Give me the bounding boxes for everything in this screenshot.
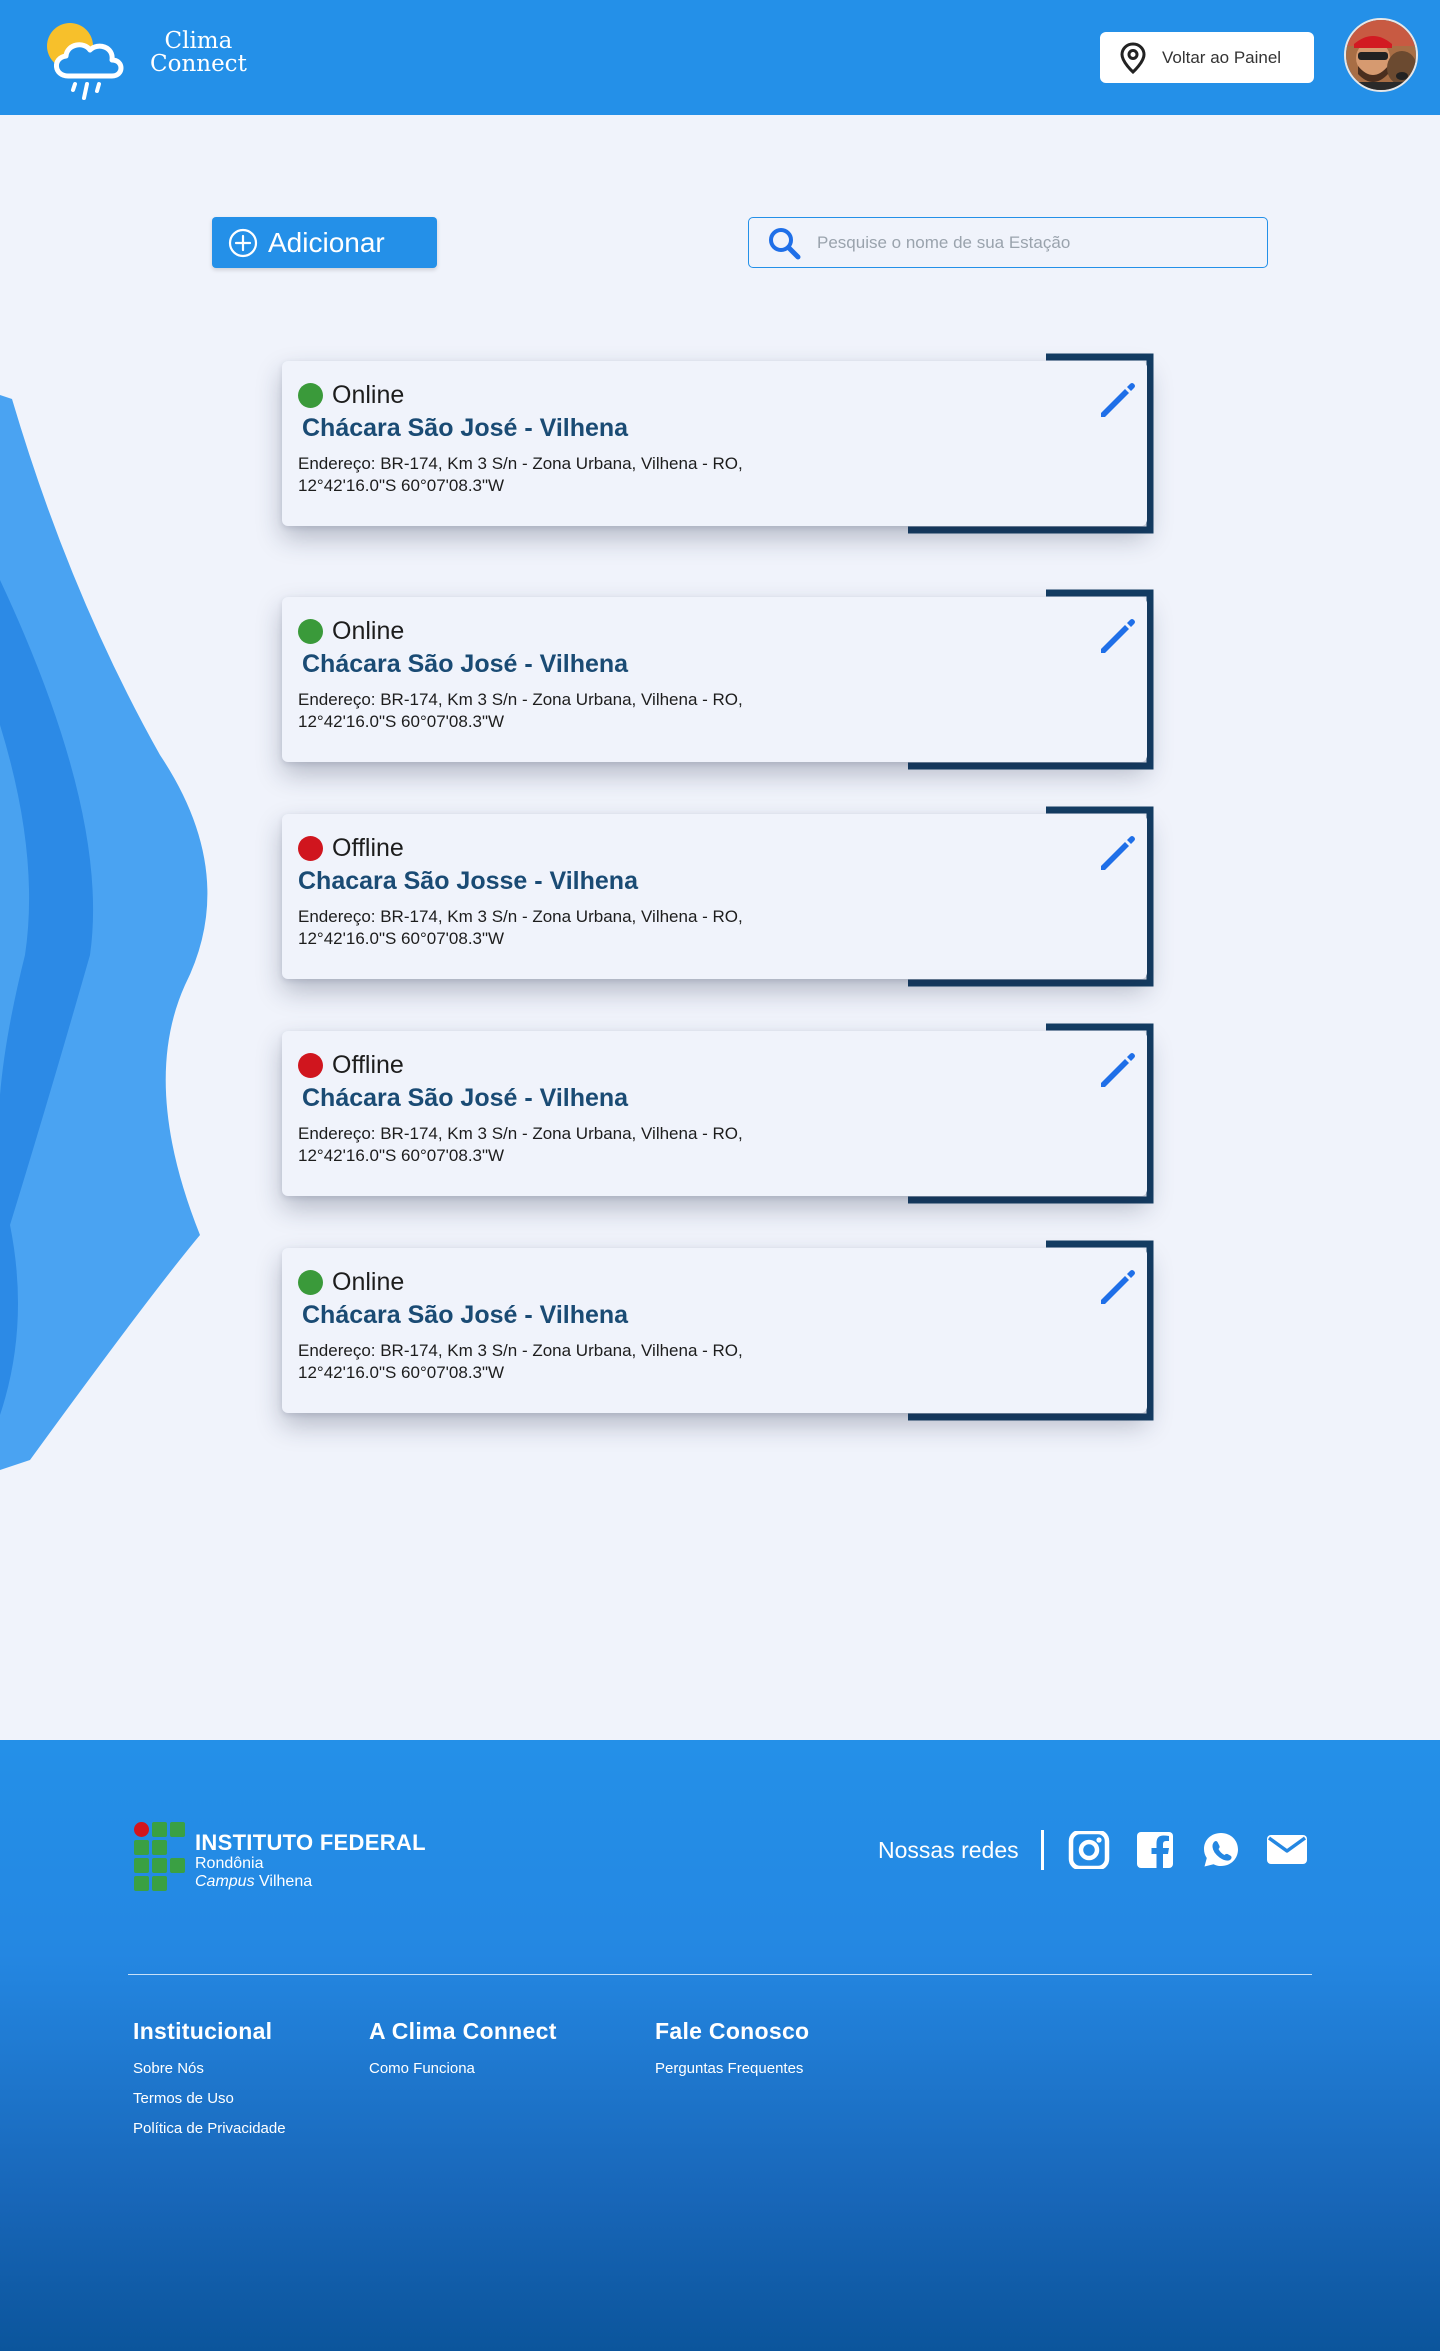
- plus-circle-icon: [228, 228, 258, 257]
- brand-line-1: Clima: [164, 28, 233, 54]
- station-status: Offline: [298, 1051, 404, 1080]
- station-address: Endereço: BR-174, Km 3 S/n - Zona Urbana…: [298, 1124, 743, 1165]
- station-card-body: Offline Chácara São José - Vilhena Ender…: [282, 1031, 1147, 1196]
- if-campus: Campus Vilhena: [195, 1873, 426, 1891]
- station-card[interactable]: Offline Chácara São José - Vilhena Ender…: [282, 1023, 1154, 1204]
- footer-link-como-funciona[interactable]: Como Funciona: [369, 2061, 557, 2076]
- socials-label: Nossas redes: [878, 1836, 1019, 1863]
- station-address: Endereço: BR-174, Km 3 S/n - Zona Urbana…: [298, 1341, 743, 1382]
- top-navbar: Clima Connect Voltar ao Painel: [0, 0, 1440, 115]
- station-name: Chácara São José - Vilhena: [302, 1301, 629, 1329]
- footer-column-title: Fale Conosco: [655, 2018, 810, 2044]
- status-label: Online: [332, 1268, 405, 1296]
- pencil-icon: [1101, 619, 1135, 653]
- instituto-federal-logo[interactable]: INSTITUTO FEDERAL Rondônia Campus Vilhen…: [134, 1822, 426, 1891]
- status-label: Online: [332, 617, 405, 645]
- status-dot: [298, 1053, 323, 1078]
- user-photo-icon: [1346, 20, 1416, 90]
- edit-station-button[interactable]: [1097, 1051, 1137, 1091]
- pencil-icon: [1101, 1270, 1135, 1304]
- station-status: Online: [298, 1268, 404, 1297]
- station-address: Endereço: BR-174, Km 3 S/n - Zona Urbana…: [298, 454, 743, 495]
- status-dot: [298, 619, 323, 644]
- pencil-icon: [1101, 383, 1135, 417]
- footer-column-title: Institucional: [133, 2018, 273, 2044]
- station-card[interactable]: Offline Chacara São Josse - Vilhena Ende…: [282, 806, 1154, 987]
- footer-link-politica-de-privacidade[interactable]: Política de Privacidade: [133, 2121, 286, 2136]
- footer-column-clima-connect: A Clima Connect Como Funciona: [369, 2018, 557, 2091]
- decorative-wave-shape: [0, 395, 208, 1470]
- status-label: Online: [332, 381, 405, 409]
- user-avatar[interactable]: [1344, 18, 1418, 92]
- if-campus-city: Vilhena: [259, 1873, 313, 1890]
- location-pin-icon: [1120, 41, 1146, 74]
- mail-icon[interactable]: [1266, 1831, 1308, 1869]
- back-button-label: Voltar ao Painel: [1162, 47, 1282, 67]
- footer-link-sobre-nos[interactable]: Sobre Nós: [133, 2061, 286, 2076]
- footer-link-termos-de-uso[interactable]: Termos de Uso: [133, 2091, 286, 2106]
- station-search-input[interactable]: [817, 232, 1237, 253]
- station-name: Chácara São José - Vilhena: [302, 650, 629, 678]
- station-address: Endereço: BR-174, Km 3 S/n - Zona Urbana…: [298, 907, 743, 948]
- add-station-label: Adicionar: [268, 226, 385, 258]
- station-status: Online: [298, 381, 404, 410]
- instagram-icon[interactable]: [1068, 1831, 1110, 1869]
- station-name: Chacara São Josse - Vilhena: [298, 867, 638, 895]
- footer-column-institucional: Institucional Sobre Nós Termos de Uso Po…: [133, 2018, 286, 2151]
- station-search-box[interactable]: [748, 217, 1268, 268]
- station-card[interactable]: Online Chácara São José - Vilhena Endere…: [282, 353, 1154, 534]
- socials-divider: [1040, 1830, 1044, 1870]
- status-dot: [298, 1270, 323, 1295]
- station-name: Chácara São José - Vilhena: [302, 414, 629, 442]
- status-dot: [298, 383, 323, 408]
- brand-name: Clima Connect: [150, 30, 247, 76]
- facebook-icon[interactable]: [1134, 1831, 1176, 1869]
- whatsapp-icon[interactable]: [1200, 1831, 1242, 1869]
- station-card-body: Online Chácara São José - Vilhena Endere…: [282, 1248, 1147, 1413]
- edit-station-button[interactable]: [1097, 381, 1137, 421]
- page-footer: INSTITUTO FEDERAL Rondônia Campus Vilhen…: [0, 1740, 1440, 2351]
- search-icon: [769, 227, 801, 259]
- status-label: Offline: [332, 834, 404, 862]
- station-card-body: Online Chácara São José - Vilhena Endere…: [282, 361, 1147, 526]
- back-to-dashboard-button[interactable]: Voltar ao Painel: [1100, 32, 1314, 83]
- footer-link-perguntas-frequentes[interactable]: Perguntas Frequentes: [655, 2061, 809, 2076]
- add-station-button[interactable]: Adicionar: [212, 217, 437, 268]
- footer-column-title: A Clima Connect: [369, 2018, 557, 2044]
- if-campus-word: Campus: [195, 1873, 255, 1890]
- station-card-body: Offline Chacara São Josse - Vilhena Ende…: [282, 814, 1147, 979]
- clima-connect-logo-icon[interactable]: [40, 14, 130, 104]
- status-dot: [298, 836, 323, 861]
- status-label: Offline: [332, 1051, 404, 1079]
- station-card-body: Online Chácara São José - Vilhena Endere…: [282, 597, 1147, 762]
- station-status: Online: [298, 617, 404, 646]
- station-status: Offline: [298, 834, 404, 863]
- if-logo-grid-icon: [134, 1822, 185, 1891]
- pencil-icon: [1101, 836, 1135, 870]
- if-title: INSTITUTO FEDERAL: [195, 1830, 426, 1855]
- if-logo-text: INSTITUTO FEDERAL Rondônia Campus Vilhen…: [195, 1822, 426, 1891]
- edit-station-button[interactable]: [1097, 617, 1137, 657]
- edit-station-button[interactable]: [1097, 1268, 1137, 1308]
- footer-divider: [128, 1974, 1312, 1975]
- footer-column-fale-conosco: Fale Conosco Perguntas Frequentes: [655, 2018, 809, 2091]
- if-state: Rondônia: [195, 1855, 264, 1872]
- brand-line-2: Connect: [150, 51, 247, 77]
- edit-station-button[interactable]: [1097, 834, 1137, 874]
- station-card[interactable]: Online Chácara São José - Vilhena Endere…: [282, 1240, 1154, 1421]
- station-name: Chácara São José - Vilhena: [302, 1084, 629, 1112]
- pencil-icon: [1101, 1053, 1135, 1087]
- station-card[interactable]: Online Chácara São José - Vilhena Endere…: [282, 589, 1154, 770]
- station-address: Endereço: BR-174, Km 3 S/n - Zona Urbana…: [298, 690, 743, 731]
- social-links: Nossas redes: [878, 1830, 1332, 1870]
